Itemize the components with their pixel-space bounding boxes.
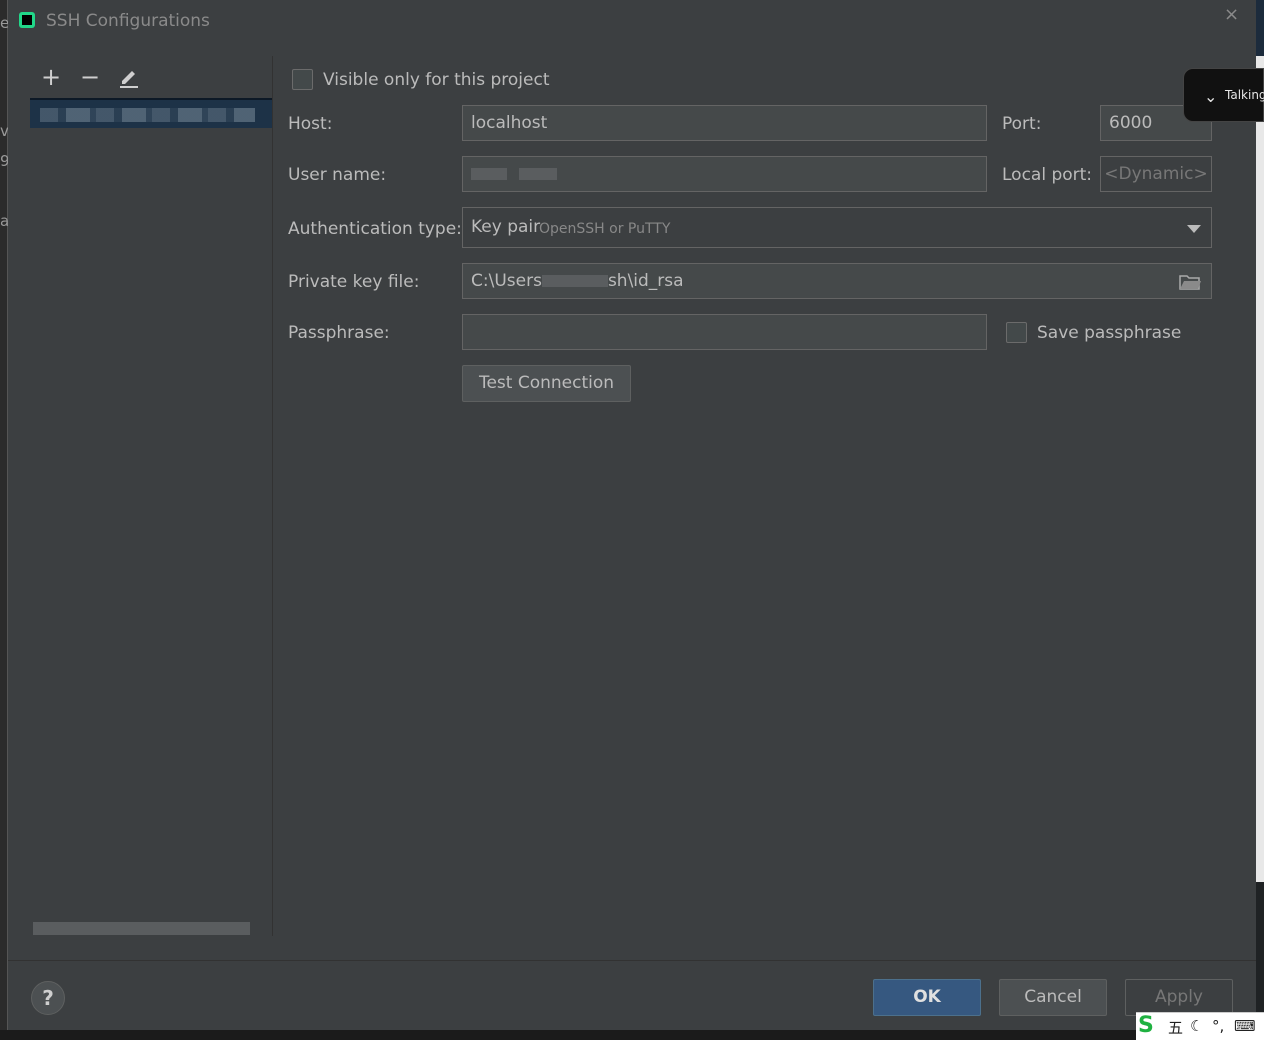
remove-icon[interactable]: − [77, 64, 103, 90]
redacted-path [541, 275, 608, 287]
port-label: Port: [1002, 114, 1042, 134]
background-taskbar-strip [0, 1030, 1264, 1040]
save-passphrase-checkbox[interactable] [1006, 322, 1027, 343]
add-icon[interactable]: + [38, 64, 64, 90]
redacted-config-name [40, 108, 255, 122]
passphrase-label: Passphrase: [288, 323, 390, 343]
local-port-label: Local port: [1002, 165, 1093, 185]
footer-divider [8, 960, 1256, 961]
auth-type-hint: OpenSSH or PuTTY [539, 221, 671, 237]
title-bar: SSH Configurations × [8, 0, 1256, 44]
ok-button[interactable]: OK [873, 979, 981, 1016]
help-icon[interactable]: ? [31, 981, 65, 1015]
ssh-config-list-item[interactable] [30, 98, 273, 128]
visible-only-label: Visible only for this project [323, 70, 550, 90]
panel-divider [272, 56, 273, 936]
user-name-input[interactable] [462, 156, 987, 192]
punctuation-icon[interactable]: °, [1212, 1017, 1224, 1035]
private-key-prefix: C:\Users [471, 271, 542, 291]
auth-type-select[interactable]: Key pair OpenSSH or PuTTY [462, 207, 1212, 248]
background-window-edge: e v 9 a [0, 0, 10, 1040]
ime-logo-icon[interactable]: S [1138, 1013, 1154, 1038]
redacted-username [519, 168, 557, 180]
dialog-title: SSH Configurations [46, 11, 210, 31]
local-port-input[interactable]: <Dynamic> [1100, 156, 1212, 192]
apply-button[interactable]: Apply [1125, 979, 1233, 1016]
talking-label: Talking [1225, 88, 1264, 102]
keyboard-icon[interactable]: ⌨ [1234, 1017, 1256, 1035]
private-key-suffix: sh\id_rsa [607, 271, 684, 291]
dropdown-arrow-icon [1187, 225, 1201, 233]
auth-type-label: Authentication type: [288, 219, 462, 239]
host-input[interactable]: localhost [462, 105, 987, 141]
background-window-right [1256, 0, 1264, 882]
folder-icon[interactable] [1179, 274, 1201, 290]
background-window-right-top [1256, 0, 1264, 56]
user-name-label: User name: [288, 165, 387, 185]
save-passphrase-label: Save passphrase [1037, 323, 1182, 343]
chevron-down-icon: ⌄ [1204, 87, 1218, 106]
ssh-configurations-dialog: SSH Configurations × + − Visible only fo… [8, 0, 1256, 1030]
passphrase-input[interactable] [462, 314, 987, 350]
cancel-button[interactable]: Cancel [999, 979, 1107, 1016]
private-key-input[interactable]: C:\Users sh\id_rsa [462, 263, 1212, 299]
pycharm-app-icon [19, 12, 35, 28]
host-label: Host: [288, 114, 333, 134]
ime-toolbar: S 五 ☾ °, ⌨ [1136, 1012, 1264, 1040]
test-connection-button[interactable]: Test Connection [462, 365, 631, 402]
close-icon[interactable]: × [1224, 4, 1239, 25]
ime-mode[interactable]: 五 [1168, 1017, 1183, 1038]
visible-only-checkbox[interactable] [292, 69, 313, 90]
horizontal-scrollbar[interactable] [33, 922, 250, 935]
ssh-config-list-panel: + − [30, 56, 273, 936]
redacted-username [471, 168, 507, 180]
talking-popup[interactable]: ⌄ Talking [1183, 68, 1264, 122]
auth-type-value: Key pair [471, 217, 541, 237]
moon-icon[interactable]: ☾ [1190, 1017, 1203, 1035]
private-key-label: Private key file: [288, 272, 420, 292]
edit-icon[interactable] [116, 64, 142, 90]
